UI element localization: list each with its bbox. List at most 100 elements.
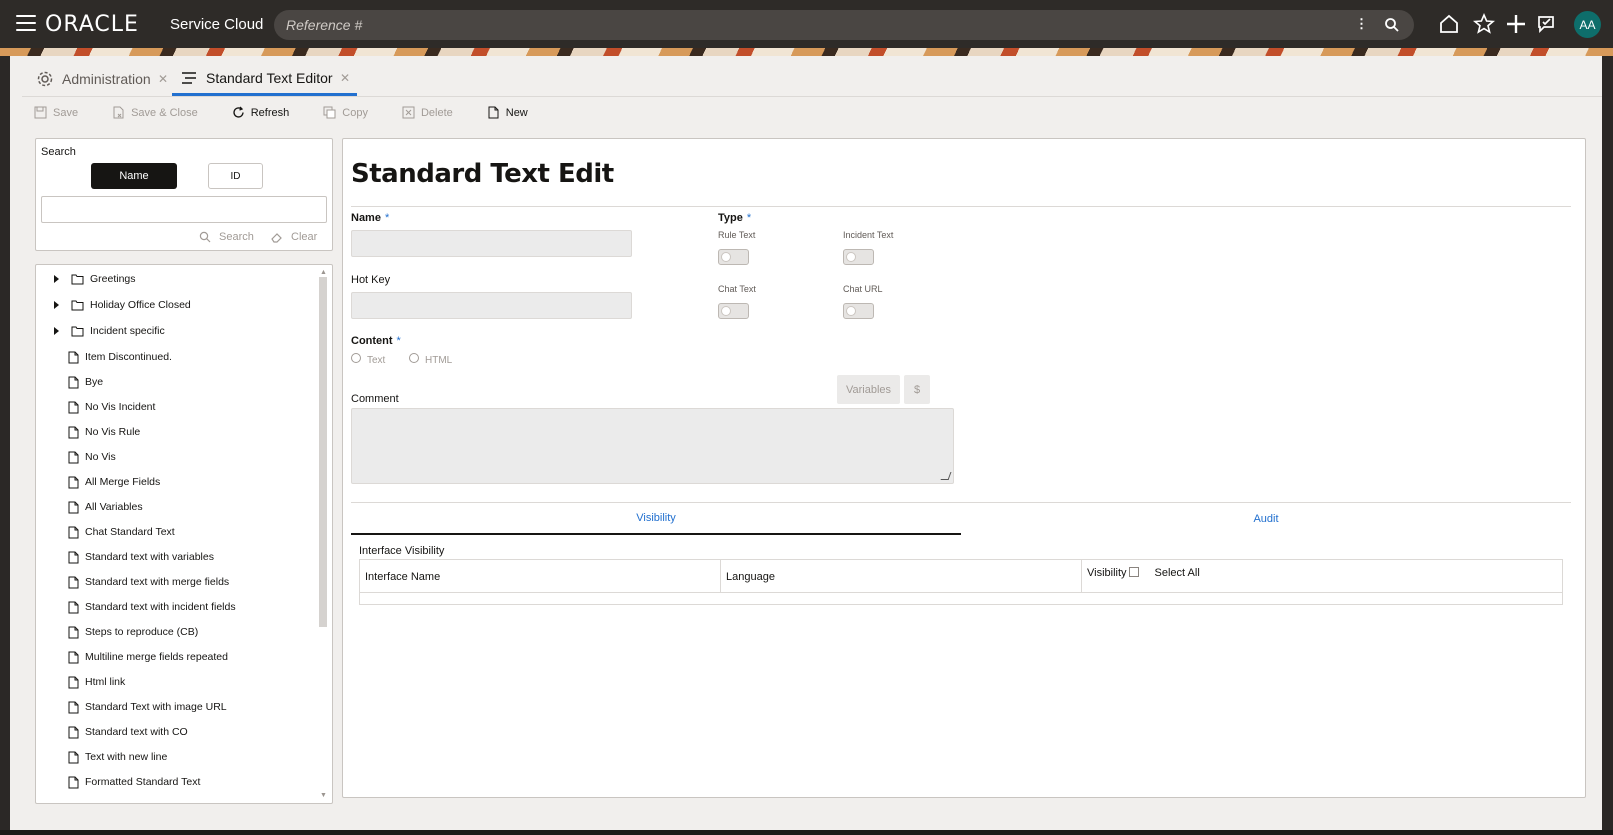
refresh-button[interactable]: Refresh [232,106,289,119]
close-icon[interactable]: ✕ [340,71,350,85]
tree-item[interactable]: All Variables [68,497,143,517]
new-button[interactable]: New [487,106,528,119]
document-icon [68,401,79,413]
document-icon [68,601,79,613]
tree-item[interactable]: Text with new line [68,747,167,767]
document-icon [68,701,79,713]
copy-button[interactable]: Copy [323,106,368,119]
tab-audit[interactable]: Audit [961,503,1571,535]
page-title: Standard Text Edit [351,159,614,189]
reference-search: ⋮ [274,10,1414,40]
tab-standard-text-editor[interactable]: Standard Text Editor ✕ [172,62,357,96]
variables-button[interactable]: Variables [837,375,900,404]
home-icon[interactable] [1437,12,1461,36]
oracle-logo: ORACLE [45,12,139,37]
product-name: Service Cloud [170,16,264,33]
search-input[interactable] [41,196,327,223]
tab-visibility[interactable]: Visibility [351,503,961,535]
tab-label: Standard Text Editor [206,69,333,86]
document-icon [68,451,79,463]
expand-arrow-icon[interactable] [54,275,59,283]
tree-item[interactable]: Steps to reproduce (CB) [68,622,198,642]
new-document-icon [488,106,499,119]
name-field[interactable] [351,230,632,257]
tree-item[interactable]: No Vis Rule [68,422,140,442]
standard-text-tree: ▲ ▼ Greetings Holiday Office Closed Incide… [35,264,333,804]
detail-tabs: Visibility Audit [351,502,1571,535]
delete-button[interactable]: Delete [402,106,453,119]
tree-item[interactable]: Standard Text with image URL [68,697,227,717]
tree-item[interactable]: Item Discontinued. [68,347,172,367]
search-icon[interactable] [1384,17,1400,33]
expand-arrow-icon[interactable] [54,301,59,309]
content-text-radio[interactable]: Text [351,352,385,366]
save-button[interactable]: Save [34,106,78,119]
select-all-checkbox[interactable] [1128,567,1139,577]
select-all-label: Select All [1154,567,1200,579]
document-icon [68,426,79,438]
comment-textarea[interactable] [351,408,954,484]
avatar[interactable]: AA [1574,11,1601,38]
standard-text-edit-form: Standard Text Edit Name * Hot Key Type * R… [342,138,1586,798]
tree-item[interactable]: Bye [68,372,103,392]
column-language: Language [721,560,1082,593]
plus-icon[interactable] [1504,12,1528,36]
save-close-button[interactable]: Save & Close [112,106,198,119]
search-button[interactable]: Search [199,231,254,243]
save-close-icon [113,106,124,119]
chat-url-toggle[interactable] [843,303,874,319]
tree-item[interactable]: Chat Standard Text [68,522,175,542]
incident-text-toggle[interactable] [843,249,874,265]
tree-item[interactable]: Formatted Standard Text [68,772,200,792]
dollar-button[interactable]: $ [904,375,930,404]
document-icon [68,476,79,488]
tree-item[interactable]: Multiline merge fields repeated [68,647,228,667]
chat-text-toggle[interactable] [718,303,749,319]
tree-item[interactable]: Standard text with incident fields [68,597,236,617]
close-icon[interactable]: ✕ [158,72,168,86]
document-icon [68,776,79,788]
expand-arrow-icon[interactable] [54,327,59,335]
tree-item[interactable]: Standard text with variables [68,547,214,567]
tree-item[interactable]: No Vis Incident [68,397,155,417]
resize-handle-icon[interactable] [940,472,952,480]
document-icon [68,651,79,663]
more-options-icon[interactable]: ⋮ [1355,16,1368,32]
type-label: Type * [718,212,752,224]
tree-folder[interactable]: Holiday Office Closed [54,295,191,315]
tab-administration[interactable]: Administration ✕ [28,62,168,96]
document-icon [68,726,79,738]
star-icon[interactable] [1472,12,1496,36]
reference-input[interactable] [286,16,1336,34]
tree-folder[interactable]: Greetings [54,269,136,289]
folder-icon [71,274,84,284]
tree-item[interactable]: Standard text with merge fields [68,572,229,592]
search-mode-id[interactable]: ID [208,163,263,189]
table-header-row: Interface Name Language Visibility Selec… [360,560,1562,593]
tree-item[interactable]: Html link [68,672,125,692]
comment-label: Comment [351,393,399,405]
document-icon [68,551,79,563]
search-mode-name[interactable]: Name [91,163,177,189]
content-html-radio[interactable]: HTML [409,352,452,366]
chat-icon[interactable] [1534,12,1558,36]
hotkey-label: Hot Key [351,274,391,286]
scrollbar[interactable] [319,277,327,627]
tree-folder[interactable]: Incident specific [54,321,165,341]
hotkey-field[interactable] [351,292,632,319]
tree-item[interactable]: Standard text with CO [68,722,188,742]
rule-text-toggle[interactable] [718,249,749,265]
scroll-up-arrow[interactable]: ▲ [320,269,327,276]
tree-item[interactable]: All Merge Fields [68,472,160,492]
save-icon [34,106,47,119]
folder-icon [71,300,84,310]
document-icon [68,576,79,588]
tab-label: Administration [62,71,151,87]
chat-url-label: Chat URL [843,284,883,294]
menu-icon[interactable] [16,15,36,33]
scroll-down-arrow[interactable]: ▼ [320,792,327,799]
clear-button[interactable]: Clear [271,231,317,243]
interface-visibility-table: Interface Name Language Visibility Selec… [359,559,1563,605]
toolbar: Save Save & Close Refresh Copy Delete Ne… [22,96,1602,128]
tree-item[interactable]: No Vis [68,447,116,467]
